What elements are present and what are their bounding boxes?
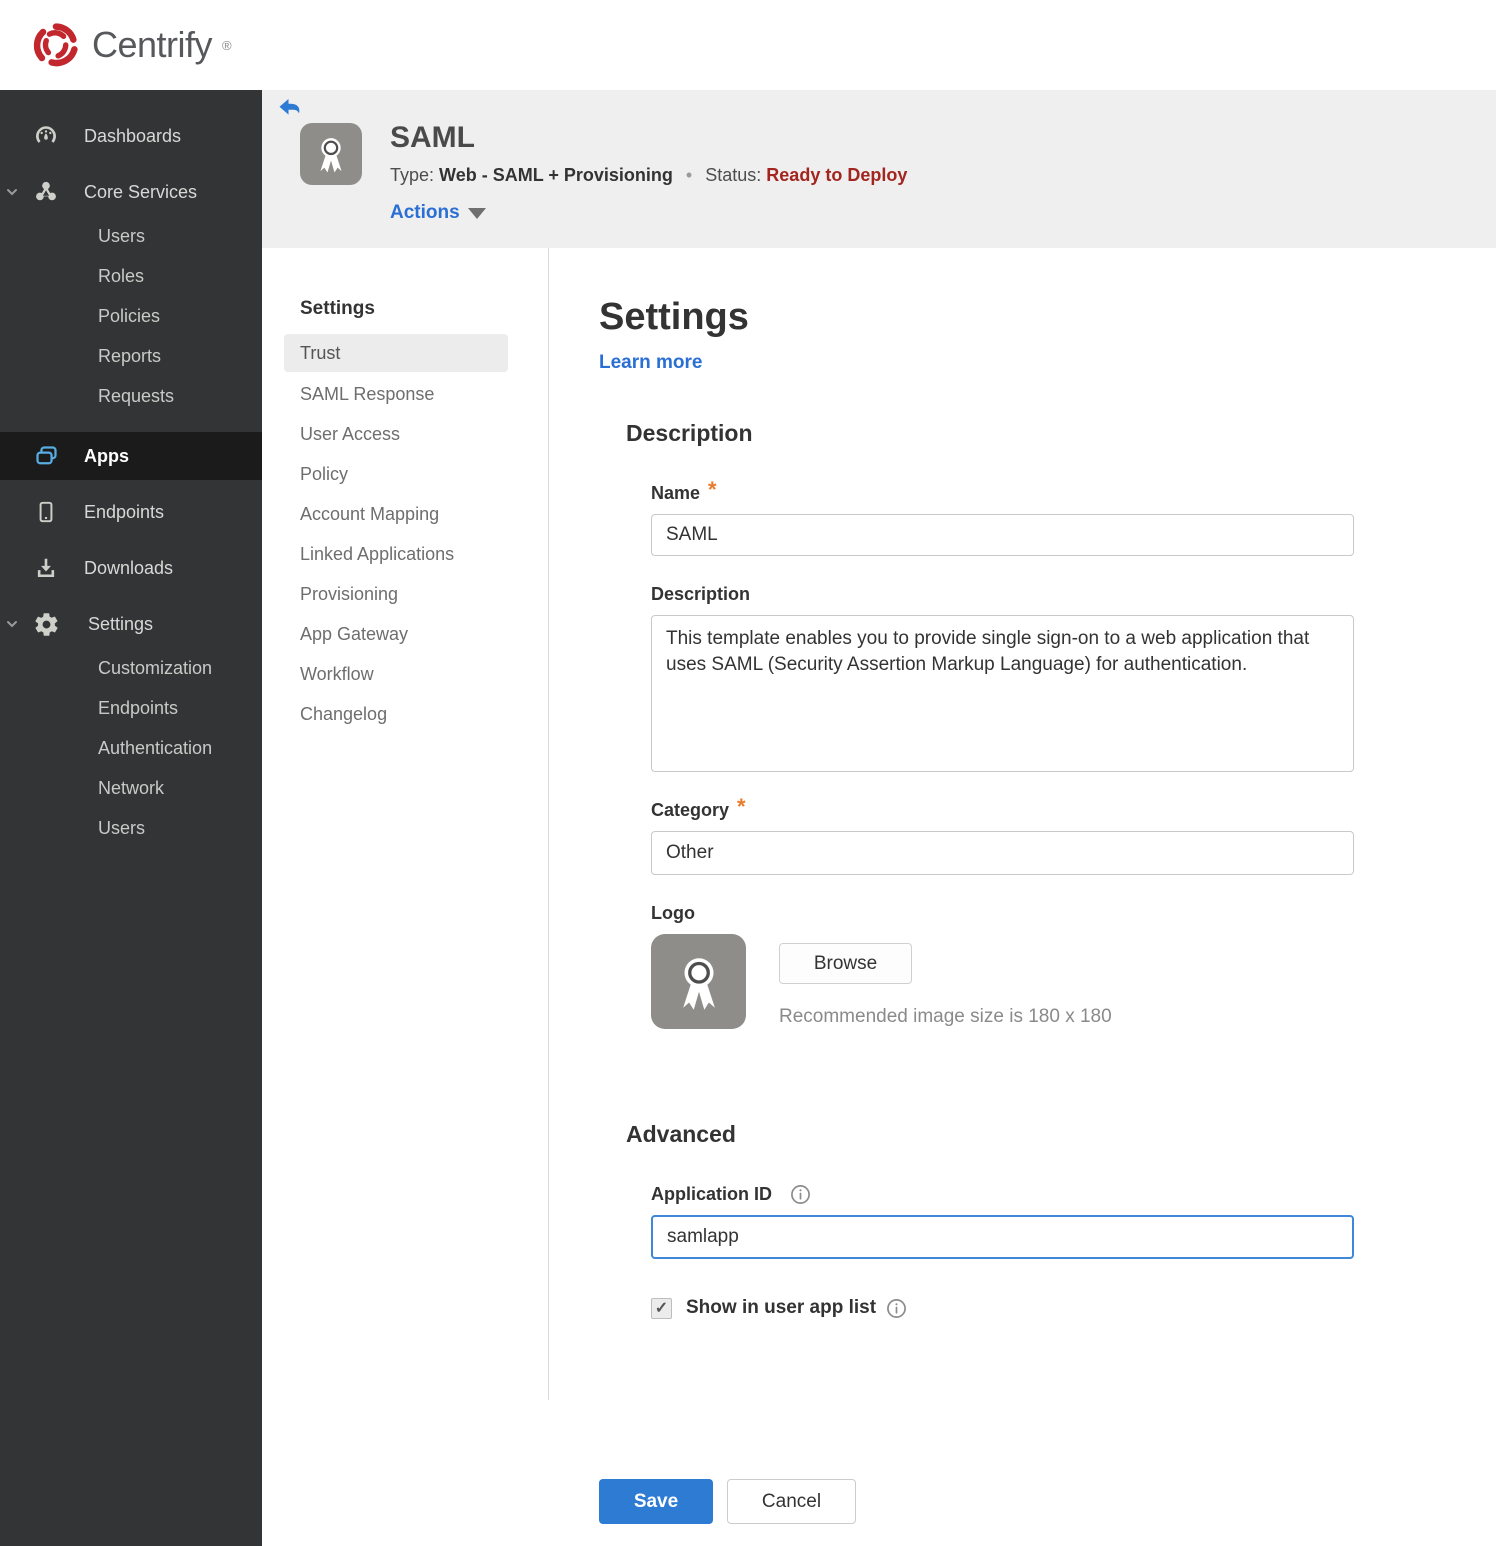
sidebar-nav: Dashboards Core Services Users Roles Pol… (0, 90, 262, 1546)
subnav-item-workflow[interactable]: Workflow (262, 654, 548, 694)
description-field[interactable]: This template enables you to provide sin… (651, 615, 1354, 772)
settings-sublist: Customization Endpoints Authentication N… (0, 648, 262, 848)
chevron-down-icon[interactable] (5, 185, 19, 199)
apps-icon (32, 442, 60, 470)
subnav-item-linked-applications[interactable]: Linked Applications (262, 534, 548, 574)
category-field[interactable] (651, 831, 1354, 875)
sidebar-item-label: Apps (84, 445, 129, 466)
sidebar-item-reports[interactable]: Reports (0, 336, 262, 376)
registered-mark: ® (222, 37, 232, 53)
sidebar-item-users-settings[interactable]: Users (0, 808, 262, 848)
save-button[interactable]: Save (599, 1479, 713, 1524)
meta-separator: • (685, 165, 693, 185)
sidebar-item-endpoints[interactable]: Endpoints (0, 488, 262, 536)
name-label: Name (651, 483, 701, 503)
sidebar-item-core-services[interactable]: Core Services (0, 168, 262, 216)
sidebar-item-requests[interactable]: Requests (0, 376, 262, 416)
subnav-item-saml-response[interactable]: SAML Response (262, 374, 548, 414)
brand-name: Centrify (92, 24, 213, 65)
browse-button[interactable]: Browse (779, 943, 912, 984)
page-title: Settings (599, 296, 749, 338)
subnav-item-provisioning[interactable]: Provisioning (262, 574, 548, 614)
application-id-field[interactable] (651, 1215, 1354, 1259)
actions-label: Actions (390, 202, 460, 223)
sidebar-item-label: Dashboards (84, 125, 182, 146)
app-logo (300, 123, 362, 185)
sidebar-item-apps[interactable]: Apps (0, 432, 262, 480)
sidebar-item-users[interactable]: Users (0, 216, 262, 256)
sidebar-item-network[interactable]: Network (0, 768, 262, 808)
mobile-device-icon (32, 498, 60, 526)
subnav-item-policy[interactable]: Policy (262, 454, 548, 494)
sidebar-item-label: Core Services (84, 181, 198, 202)
settings-panel: Settings Learn more Description Name * D… (549, 248, 1496, 1546)
subnav-item-account-mapping[interactable]: Account Mapping (262, 494, 548, 534)
sidebar-item-endpoints-settings[interactable]: Endpoints (0, 688, 262, 728)
actions-dropdown[interactable]: Actions (390, 202, 907, 224)
settings-subnav: Settings Trust SAML Response User Access… (262, 248, 549, 1400)
top-bar: Centrify ® (0, 0, 1496, 90)
description-section-heading: Description (626, 420, 753, 446)
info-icon[interactable] (886, 1298, 907, 1319)
app-header: SAML Type: Web - SAML + Provisioning • S… (262, 90, 1496, 248)
logo-preview (651, 934, 746, 1029)
core-services-sublist: Users Roles Policies Reports Requests (0, 216, 262, 416)
subnav-item-trust[interactable]: Trust (284, 334, 508, 372)
show-in-user-app-list-label: Show in user app list (686, 1297, 877, 1318)
sidebar-item-label: Downloads (84, 557, 174, 578)
subnav-item-app-gateway[interactable]: App Gateway (262, 614, 548, 654)
required-asterisk: * (737, 794, 746, 819)
info-icon[interactable] (790, 1184, 811, 1205)
logo-label: Logo (651, 903, 695, 923)
app-meta: Type: Web - SAML + Provisioning • Status… (390, 165, 907, 186)
sidebar-item-settings[interactable]: Settings (0, 600, 262, 648)
sidebar-item-authentication[interactable]: Authentication (0, 728, 262, 768)
advanced-section-heading: Advanced (626, 1121, 736, 1147)
show-in-user-app-list-checkbox[interactable]: ✓ (651, 1297, 672, 1319)
sidebar-item-label: Endpoints (84, 501, 165, 522)
caret-down-icon (467, 207, 486, 219)
subnav-item-changelog[interactable]: Changelog (262, 694, 548, 734)
name-field[interactable] (651, 514, 1354, 556)
description-label: Description (651, 584, 751, 604)
required-asterisk: * (708, 477, 717, 502)
type-value: Web - SAML + Provisioning (439, 165, 673, 185)
gear-icon (32, 610, 60, 638)
application-id-label: Application ID (651, 1184, 772, 1204)
sidebar-item-dashboards[interactable]: Dashboards (0, 112, 262, 160)
sidebar-item-label: Settings (88, 613, 154, 634)
subnav-heading: Settings (300, 298, 375, 319)
subnav-item-user-access[interactable]: User Access (262, 414, 548, 454)
gauge-icon (32, 122, 60, 150)
type-label: Type: (390, 165, 435, 185)
core-services-icon (32, 178, 60, 206)
chevron-down-icon[interactable] (5, 617, 19, 631)
app-name-title: SAML (390, 121, 475, 154)
centrify-swirl-icon (33, 23, 78, 67)
sidebar-item-roles[interactable]: Roles (0, 256, 262, 296)
sidebar-item-downloads[interactable]: Downloads (0, 544, 262, 592)
download-icon (32, 554, 60, 582)
cancel-button[interactable]: Cancel (727, 1479, 856, 1524)
centrify-logo: Centrify ® (30, 19, 232, 71)
logo-size-hint: Recommended image size is 180 x 180 (779, 1006, 1112, 1027)
back-arrow-icon[interactable] (278, 98, 302, 118)
status-badge: Ready to Deploy (766, 165, 908, 185)
category-label: Category (651, 800, 730, 820)
sidebar-item-policies[interactable]: Policies (0, 296, 262, 336)
learn-more-link[interactable]: Learn more (599, 352, 702, 374)
status-label: Status: (705, 165, 762, 185)
sidebar-item-customization[interactable]: Customization (0, 648, 262, 688)
